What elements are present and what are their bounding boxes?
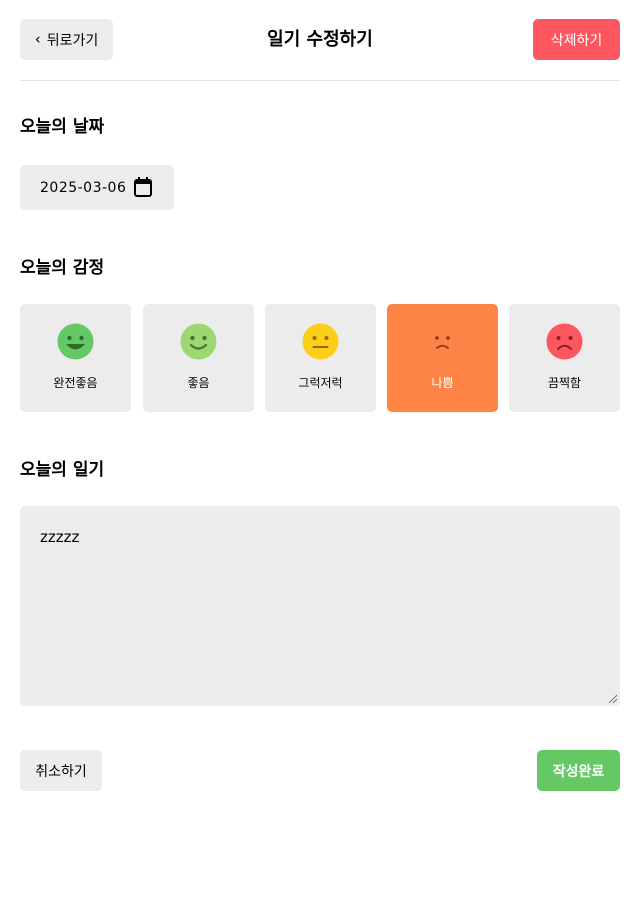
back-button[interactable]: ‹ 뒤로가기 bbox=[20, 19, 113, 60]
emotion-item-so-so[interactable]: 그럭저럭 bbox=[265, 304, 376, 412]
emotion-label: 좋음 bbox=[187, 376, 210, 390]
emotion-list: 완전좋음 좋음 그럭저럭 나쁨 끔찍함 bbox=[20, 304, 620, 412]
emotion-label: 끔찍함 bbox=[547, 376, 582, 390]
chevron-left-icon: ‹ bbox=[34, 30, 41, 48]
date-input[interactable]: 2025-03-06 bbox=[20, 165, 174, 210]
date-value: 2025-03-06 bbox=[40, 179, 127, 196]
date-section-title: 오늘의 날짜 bbox=[20, 117, 105, 137]
very-sad-face-icon bbox=[546, 323, 583, 360]
emotion-item-very-good[interactable]: 완전좋음 bbox=[20, 304, 131, 412]
diary-content-textarea[interactable]: zzzzz bbox=[20, 506, 620, 706]
emotion-item-terrible[interactable]: 끔찍함 bbox=[509, 304, 620, 412]
calendar-icon[interactable] bbox=[134, 177, 152, 197]
diary-content-text: zzzzz bbox=[40, 528, 80, 546]
sad-face-icon bbox=[424, 323, 461, 360]
page-title: 일기 수정하기 bbox=[267, 29, 373, 50]
back-button-label: 뒤로가기 bbox=[46, 32, 99, 49]
cancel-button[interactable]: 취소하기 bbox=[20, 750, 102, 791]
very-happy-face-icon bbox=[57, 323, 94, 360]
resize-handle-icon[interactable] bbox=[608, 694, 618, 704]
emotion-section-title: 오늘의 감정 bbox=[20, 258, 105, 278]
emotion-item-bad[interactable]: 나쁨 bbox=[387, 304, 498, 412]
smile-face-icon bbox=[180, 323, 217, 360]
header: ‹ 뒤로가기 일기 수정하기 삭제하기 bbox=[20, 19, 620, 60]
emotion-item-good[interactable]: 좋음 bbox=[143, 304, 254, 412]
submit-button[interactable]: 작성완료 bbox=[537, 750, 620, 791]
diary-edit-page: ‹ 뒤로가기 일기 수정하기 삭제하기 오늘의 날짜 2025-03-06 오늘… bbox=[0, 0, 637, 905]
emotion-label: 완전좋음 bbox=[53, 376, 98, 390]
content-section-title: 오늘의 일기 bbox=[20, 460, 105, 480]
emotion-label: 나쁨 bbox=[431, 376, 454, 390]
header-divider bbox=[20, 80, 620, 81]
delete-button[interactable]: 삭제하기 bbox=[533, 19, 620, 60]
neutral-face-icon bbox=[302, 323, 339, 360]
emotion-label: 그럭저럭 bbox=[298, 376, 343, 390]
